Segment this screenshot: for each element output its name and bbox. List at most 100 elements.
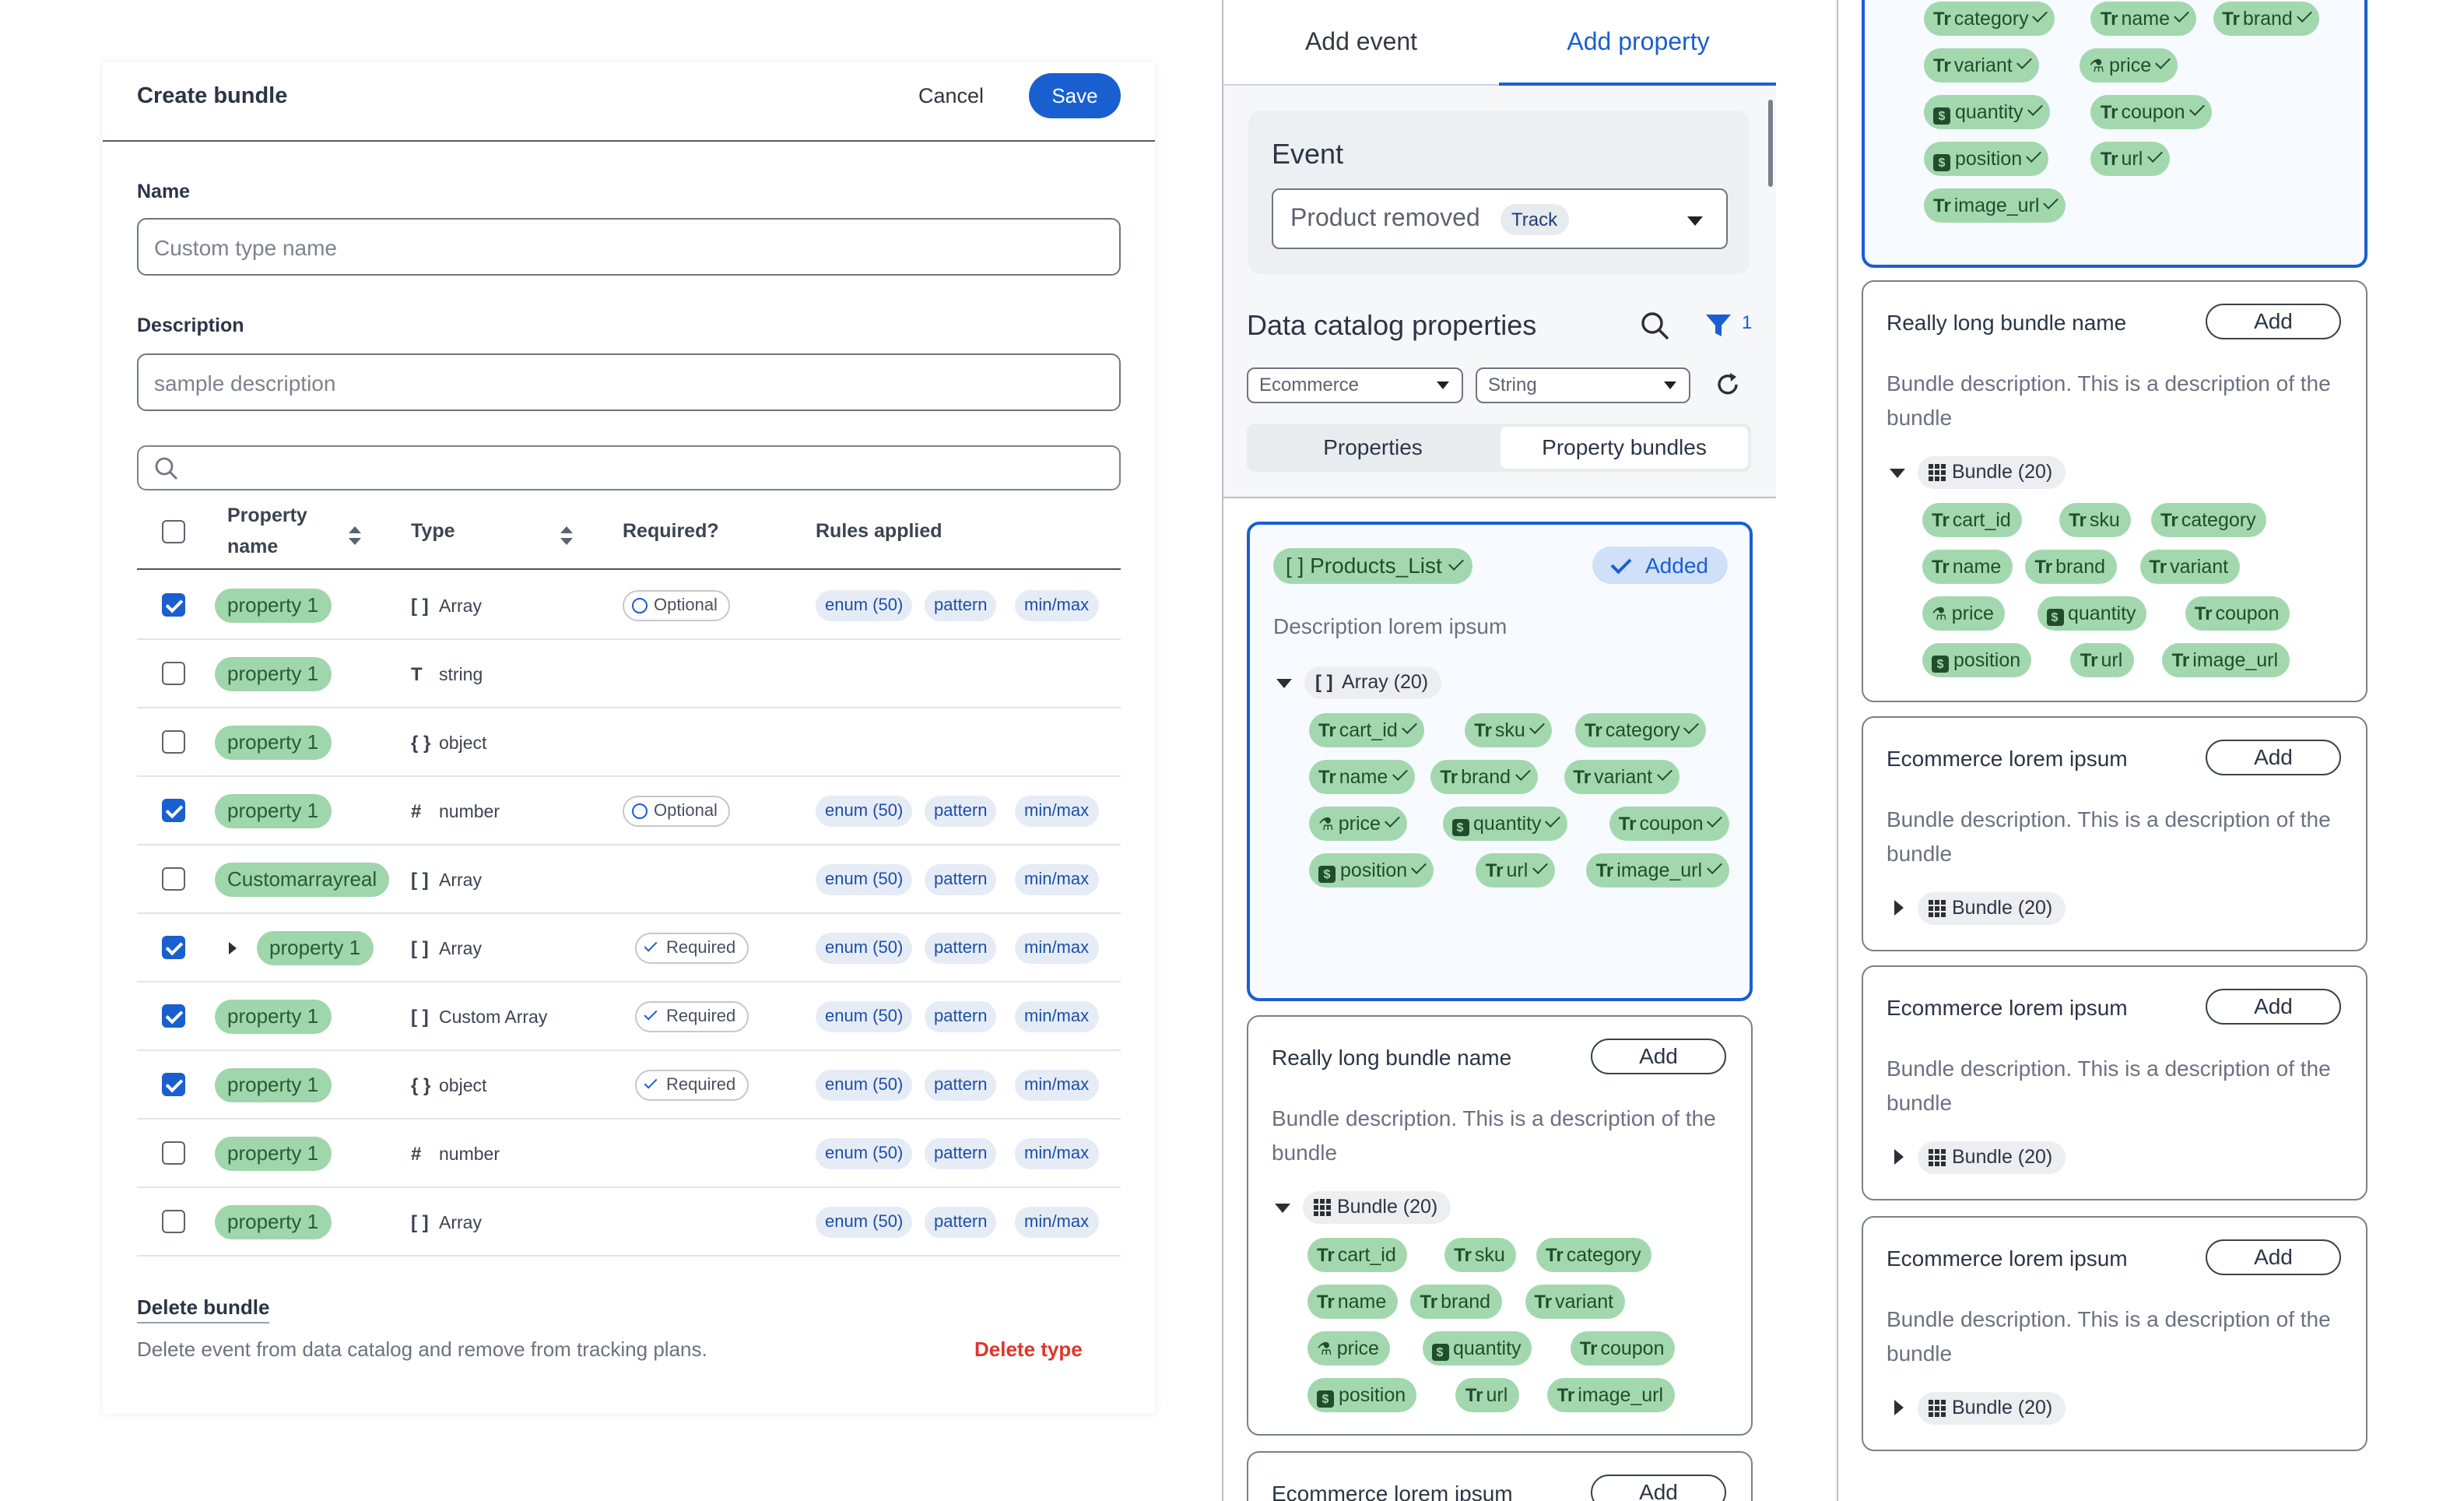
add-bundle-button[interactable]: Add [2206,740,2341,775]
property-chip[interactable]: $ position [1924,142,2049,176]
refresh-icon[interactable] [1714,371,1742,399]
search-icon[interactable] [1641,311,1670,341]
category-dropdown[interactable]: Ecommerce [1247,367,1463,403]
table-row[interactable]: property 1 [ ] Array enum (50) pattern min/ma… [137,1188,1121,1257]
property-chip[interactable]: Tr category [1575,713,1707,747]
row-checkbox[interactable] [162,730,185,754]
chevron-right-icon[interactable] [229,942,237,954]
property-chip[interactable]: $ quantity [1422,1331,1532,1366]
table-row[interactable]: property 1 [ ] Custom Array Required enum (5… [137,983,1121,1051]
row-checkbox[interactable] [162,1210,185,1233]
property-chip[interactable]: Tr category [1924,2,2055,36]
property-chip[interactable]: Tr name [1922,550,2013,584]
row-checkbox[interactable] [162,662,185,685]
chevron-down-icon[interactable] [1275,1204,1290,1213]
tab-add-event[interactable]: Add event [1223,0,1499,86]
property-chip[interactable]: ⚗ price [1307,1331,1390,1366]
property-chip[interactable]: Tr sku [2059,503,2131,537]
table-row[interactable]: property 1 Tstring [137,640,1121,708]
add-bundle-button[interactable]: Add [2206,304,2341,339]
property-chip[interactable]: Tr variant [1924,48,2039,83]
chevron-down-icon[interactable] [1276,679,1292,688]
name-field[interactable]: Custom type name [137,218,1121,276]
property-chip[interactable]: $ quantity [1924,95,2050,129]
cancel-button[interactable]: Cancel [918,84,984,107]
property-chip[interactable]: Tr coupon [2090,95,2212,129]
property-search-input[interactable] [137,445,1121,490]
property-chip[interactable]: $ position [1307,1378,1417,1412]
property-chip[interactable]: Tr name [2090,2,2197,36]
type-dropdown[interactable]: String [1476,367,1690,403]
add-bundle-button[interactable]: Add [2206,989,2341,1025]
property-chip[interactable]: Tr cart_id [1307,1238,1407,1272]
delete-type-link[interactable]: Delete type [974,1338,1083,1361]
property-chip[interactable]: Tr url [1455,1378,1519,1412]
chevron-right-icon[interactable] [1894,900,1904,916]
row-checkbox[interactable] [162,867,185,891]
description-field[interactable]: sample description [137,353,1121,411]
property-chip[interactable]: Tr coupon [1609,807,1730,841]
property-chip[interactable]: Tr coupon [1570,1331,1676,1366]
property-chip[interactable]: Tr url [2090,142,2170,176]
property-chip[interactable]: Tr cart_id [1922,503,2022,537]
property-chip[interactable]: ⚗ price [1922,596,2005,631]
table-row[interactable]: property 1 [ ] Array Required enum (50) patte… [137,914,1121,983]
row-checkbox[interactable] [162,799,185,822]
column-type[interactable]: Type [411,515,455,547]
property-chip[interactable]: Tr image_url [1547,1378,1675,1412]
event-select[interactable]: Product removed Track [1272,188,1728,249]
property-chip[interactable]: Tr category [2151,503,2267,537]
property-chip[interactable]: Tr variant [1525,1285,1625,1319]
row-checkbox[interactable] [162,936,185,959]
filter-icon[interactable] [1704,313,1732,338]
property-chip[interactable]: ⚗ price [1309,807,1407,841]
property-chip[interactable]: Tr sku [1444,1238,1516,1272]
table-row[interactable]: property 1 # number enum (50) pattern min/max [137,1120,1121,1188]
property-chip[interactable]: Tr name [1307,1285,1398,1319]
added-badge[interactable]: Added [1592,547,1728,584]
property-chip[interactable]: Tr image_url [1924,188,2066,223]
column-property-name[interactable]: Property name [227,500,307,562]
property-chip[interactable]: Tr brand [2213,2,2319,36]
property-chip[interactable]: Tr category [1536,1238,1652,1272]
row-checkbox[interactable] [162,593,185,617]
add-bundle-button[interactable]: Add [1591,1475,1726,1501]
segment-property-bundles[interactable]: Property bundles [1501,427,1748,469]
property-chip[interactable]: Tr brand [1430,760,1538,794]
sort-icon[interactable] [559,525,574,547]
table-row[interactable]: property 1 [ ] Array Optional enum (50) patte… [137,571,1121,640]
property-chip[interactable]: $ position [1309,853,1434,888]
segment-properties[interactable]: Properties [1247,424,1499,472]
property-chip[interactable]: Tr variant [1564,760,1680,794]
property-chip[interactable]: Tr image_url [1586,853,1729,888]
property-chip[interactable]: ⚗ price [2080,48,2178,83]
property-chip[interactable]: $ quantity [2037,596,2147,631]
scrollbar-thumb[interactable] [1768,100,1773,187]
property-chip[interactable]: Tr coupon [2185,596,2290,631]
property-chip[interactable]: Tr brand [1410,1285,1502,1319]
chevron-down-icon[interactable] [1890,469,1905,478]
property-chip[interactable]: Tr url [2070,643,2134,677]
row-checkbox[interactable] [162,1073,185,1096]
table-row[interactable]: property 1 # number Optional enum (50) patter… [137,777,1121,845]
property-chip[interactable]: Tr url [1476,853,1555,888]
property-chip[interactable]: $ position [1922,643,2032,677]
property-chip[interactable]: Tr brand [2025,550,2117,584]
add-bundle-button[interactable]: Add [1591,1039,1726,1074]
select-all-checkbox[interactable] [162,520,185,543]
property-chip[interactable]: Tr variant [2139,550,2240,584]
tab-add-property[interactable]: Add property [1499,0,1776,86]
save-button[interactable]: Save [1029,73,1121,118]
sort-icon[interactable] [347,525,363,547]
property-chip[interactable]: Tr image_url [2162,643,2290,677]
property-chip[interactable]: Tr name [1309,760,1415,794]
chevron-right-icon[interactable] [1894,1400,1904,1415]
table-row[interactable]: Customarrayreal [ ] Array enum (50) pattern m… [137,845,1121,914]
add-bundle-button[interactable]: Add [2206,1239,2341,1275]
table-row[interactable]: property 1 { } object Required enum (50) patt… [137,1051,1121,1120]
chevron-right-icon[interactable] [1894,1149,1904,1165]
property-chip[interactable]: $ quantity [1442,807,1568,841]
row-checkbox[interactable] [162,1004,185,1028]
property-chip[interactable]: Tr sku [1465,713,1552,747]
property-chip[interactable]: Tr cart_id [1309,713,1424,747]
